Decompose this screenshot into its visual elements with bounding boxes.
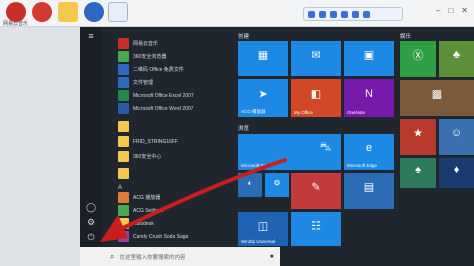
annotation-arrow bbox=[100, 158, 287, 242]
arrow-head bbox=[100, 215, 128, 242]
arrow-shaft bbox=[113, 158, 287, 234]
screen: 网易云音乐 – □ ✕ ≡ ◯ ⚙ ⏻ 网易云音乐 360安全浏览器 二维码 O… bbox=[0, 0, 474, 266]
